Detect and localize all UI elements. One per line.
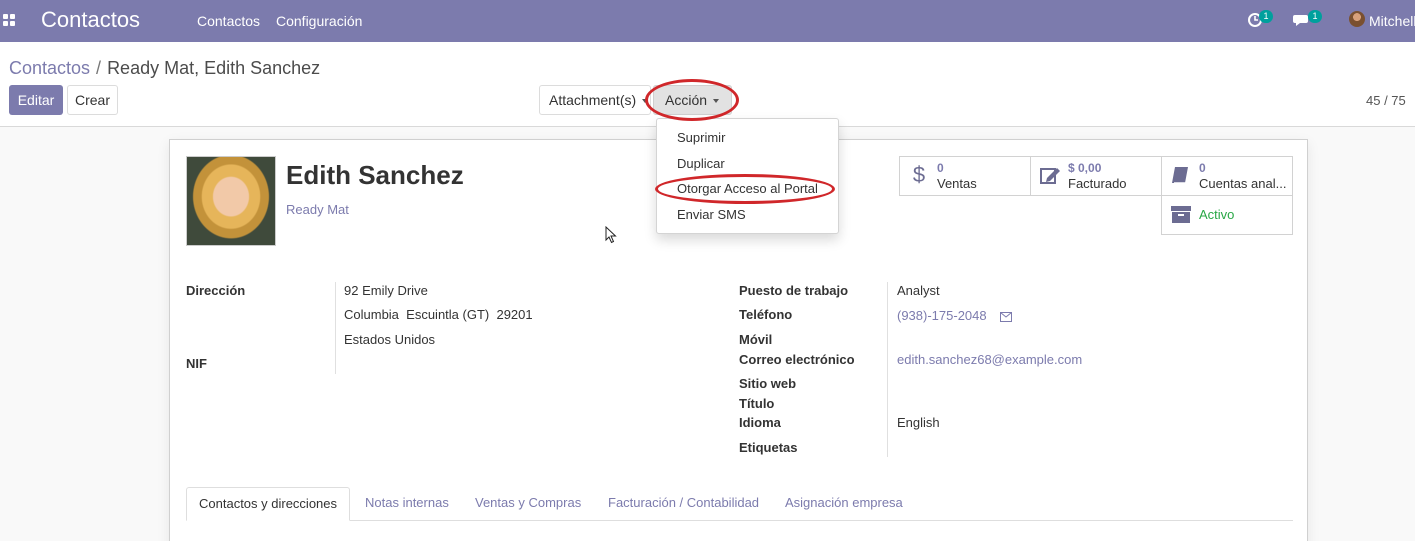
- city-state-zip: Columbia Escuintla (GT) 29201: [344, 307, 533, 322]
- menu-contactos[interactable]: Contactos: [197, 13, 260, 29]
- menu-item-send-sms[interactable]: Enviar SMS: [677, 207, 746, 222]
- menu-item-delete[interactable]: Suprimir: [677, 130, 725, 145]
- company-link[interactable]: Ready Mat: [286, 202, 349, 217]
- edit-button[interactable]: Editar: [9, 85, 63, 115]
- mobile-label: Móvil: [739, 332, 773, 347]
- mouse-cursor-icon: [605, 226, 617, 244]
- apps-menu-icon[interactable]: [3, 14, 15, 26]
- action-label: Acción: [665, 92, 708, 108]
- tab-internal-notes[interactable]: Notas internas: [365, 487, 449, 521]
- zip-field: 29201: [496, 307, 533, 322]
- job-position-label: Puesto de trabajo: [739, 283, 849, 298]
- user-name[interactable]: Mitchell: [1369, 13, 1415, 29]
- analytic-accounts-label: Cuentas anal...: [1199, 176, 1287, 191]
- invoiced-smart-button[interactable]: $ 0,00 Facturado: [1030, 156, 1162, 196]
- tab-contacts-addresses[interactable]: Contactos y direcciones: [186, 487, 351, 521]
- tab-company-assignment[interactable]: Asignación empresa: [785, 487, 903, 521]
- sales-smart-button[interactable]: $ 0 Ventas: [899, 156, 1031, 196]
- vat-label: NIF: [186, 356, 207, 371]
- menu-configuracion[interactable]: Configuración: [276, 13, 362, 29]
- right-column-divider: [887, 282, 888, 457]
- phone-label: Teléfono: [739, 307, 793, 322]
- attachments-button[interactable]: Attachment(s): [539, 85, 651, 115]
- control-panel: Contactos / Ready Mat, Edith Sanchez Edita…: [0, 42, 1415, 127]
- user-avatar[interactable]: [1349, 11, 1365, 27]
- breadcrumb-separator: /: [96, 58, 102, 78]
- state-field: Escuintla (GT): [406, 307, 490, 322]
- dollar-icon: $: [912, 162, 926, 187]
- breadcrumb: Contactos / Ready Mat, Edith Sanchez: [9, 58, 320, 79]
- chevron-down-icon: [642, 99, 649, 104]
- email-link[interactable]: edith.sanchez68@example.com: [897, 352, 1082, 367]
- app-title: Contactos: [41, 7, 141, 32]
- attachments-label: Attachment(s): [549, 92, 637, 108]
- tab-sales-purchases[interactable]: Ventas y Compras: [475, 487, 581, 521]
- invoiced-label: Facturado: [1068, 176, 1127, 191]
- create-button[interactable]: Crear: [67, 85, 118, 115]
- top-navbar: Contactos Contactos Configuración 1 1 Mi…: [0, 0, 1415, 42]
- tab-invoicing[interactable]: Facturación / Contabilidad: [608, 487, 759, 521]
- invoiced-amount: $ 0,00: [1068, 161, 1102, 175]
- active-status: Activo: [1199, 207, 1235, 222]
- language-value: English: [897, 415, 940, 430]
- language-label: Idioma: [739, 415, 781, 430]
- chevron-down-icon: [713, 99, 720, 104]
- tags-label: Etiquetas: [739, 440, 798, 455]
- action-button[interactable]: Acción: [653, 85, 732, 115]
- menu-item-grant-portal-access[interactable]: Otorgar Acceso al Portal: [677, 181, 818, 196]
- notebook-tabs: Contactos y direcciones Notas internas V…: [186, 487, 1293, 521]
- pager-counter[interactable]: 45 / 75: [1366, 93, 1406, 108]
- archive-box-icon: [1171, 206, 1191, 223]
- city-field: Columbia: [344, 307, 399, 322]
- left-column-divider: [335, 282, 336, 374]
- book-icon: [1172, 167, 1188, 184]
- partner-photo[interactable]: [186, 156, 276, 246]
- email-label: Correo electrónico: [739, 352, 855, 367]
- website-label: Sitio web: [739, 376, 797, 391]
- action-dropdown-menu: Suprimir Duplicar Otorgar Acceso al Port…: [656, 118, 839, 234]
- activity-badge: 1: [1259, 10, 1273, 23]
- menu-item-duplicate[interactable]: Duplicar: [677, 156, 725, 171]
- analytic-accounts-smart-button[interactable]: 0 Cuentas anal...: [1161, 156, 1293, 196]
- active-toggle-button[interactable]: Activo: [1161, 195, 1293, 235]
- phone-link: (938)-175-2048: [897, 308, 1013, 323]
- breadcrumb-current: Ready Mat, Edith Sanchez: [107, 58, 321, 78]
- street-field: 92 Emily Drive: [344, 283, 428, 298]
- breadcrumb-parent[interactable]: Contactos: [9, 58, 90, 78]
- analytic-accounts-count: 0: [1199, 161, 1206, 175]
- sms-envelope-icon[interactable]: [1000, 311, 1013, 322]
- address-label: Dirección: [186, 283, 246, 298]
- sales-count: 0: [937, 161, 944, 175]
- sales-label: Ventas: [937, 176, 977, 191]
- country-field: Estados Unidos: [344, 332, 436, 347]
- job-position-value: Analyst: [897, 283, 940, 298]
- messages-badge: 1: [1308, 10, 1322, 23]
- title-label: Título: [739, 396, 775, 411]
- edit-pencil-icon: [1040, 168, 1060, 184]
- partner-name: Edith Sanchez: [286, 160, 464, 190]
- phone-value[interactable]: (938)-175-2048: [897, 308, 987, 323]
